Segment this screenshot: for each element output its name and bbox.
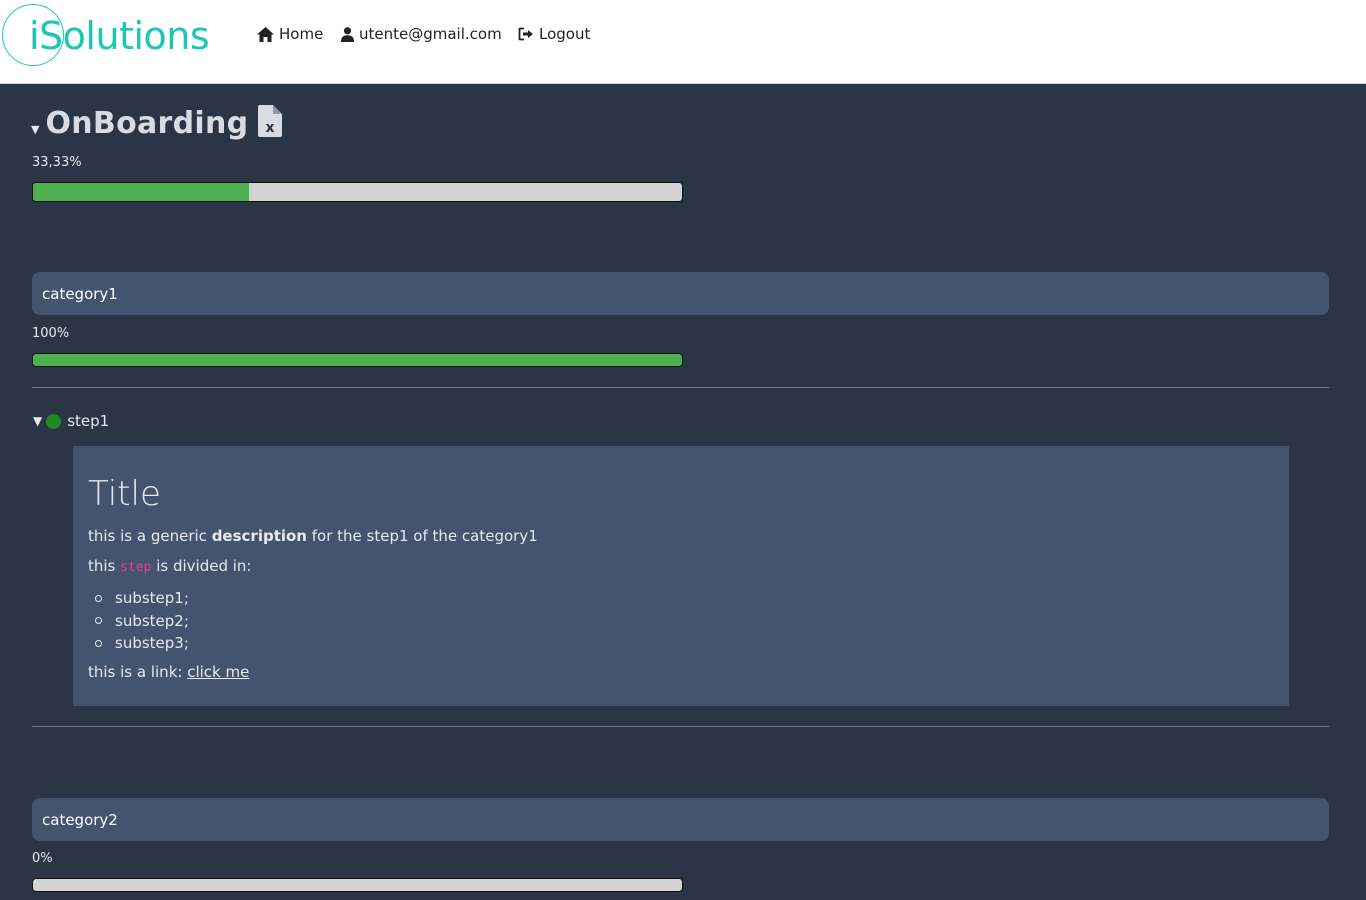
- svg-text:x: x: [266, 120, 275, 136]
- logo-text: iSolutions: [29, 14, 210, 58]
- onboarding-progress-bar: [32, 182, 683, 202]
- step-description: this is a generic description for the st…: [88, 527, 538, 545]
- step-content-title: Title: [88, 474, 161, 514]
- home-icon: [257, 26, 274, 42]
- substep-list: substep1; substep2; substep3;: [95, 587, 189, 655]
- onboarding-progress-label: 33,33%: [32, 155, 82, 170]
- category2-progress-bar: [32, 878, 683, 892]
- onboarding-progress-fill: [33, 183, 250, 201]
- divider: [32, 726, 1329, 727]
- substep-label: substep3;: [115, 634, 189, 652]
- click-me-link[interactable]: click me: [187, 663, 249, 681]
- inline-code: step: [120, 560, 152, 575]
- isolutions-logo[interactable]: iSolutions: [0, 2, 230, 68]
- user-icon: [341, 26, 354, 42]
- collapse-caret-icon[interactable]: ▼: [31, 123, 39, 136]
- nav-logout-label: Logout: [539, 25, 591, 43]
- substep-label: substep1;: [115, 589, 189, 607]
- list-item: substep1;: [95, 587, 189, 610]
- divider: [32, 387, 1329, 388]
- category1-header[interactable]: category1: [32, 272, 1329, 315]
- category1-progress-bar: [32, 353, 683, 367]
- step1-label: step1: [67, 412, 110, 430]
- divided-prefix: this: [88, 557, 121, 575]
- excel-export-icon[interactable]: x: [258, 105, 283, 141]
- step-divided-line: this step is divided in:: [88, 557, 251, 575]
- nav-logout-link[interactable]: Logout: [518, 22, 590, 46]
- nav-user-label: utente@gmail.com: [359, 25, 502, 43]
- substep-label: substep2;: [115, 611, 189, 630]
- desc-bold: description: [211, 527, 307, 545]
- step-expand-caret-icon: ▼: [33, 414, 43, 428]
- desc-suffix: for the step1 of the category1: [307, 527, 538, 545]
- bullet-icon: [95, 594, 102, 602]
- onboarding-heading: ▼ OnBoarding x: [31, 103, 283, 143]
- category1-progress-label: 100%: [32, 326, 70, 341]
- category2-progress-label: 0%: [32, 851, 53, 866]
- logout-icon: [518, 27, 533, 41]
- top-navbar: iSolutions Home utente@gmail.com Logout: [0, 0, 1366, 84]
- step1-toggle[interactable]: ▼ step1: [33, 410, 109, 432]
- list-item: substep3;: [95, 632, 189, 655]
- step-status-dot: [46, 413, 62, 429]
- bullet-icon: [95, 617, 102, 625]
- category1-progress-fill: [33, 354, 682, 366]
- page-title: OnBoarding: [45, 105, 249, 141]
- step1-content-panel: Title this is a generic description for …: [73, 446, 1289, 706]
- divided-suffix: is divided in:: [151, 557, 252, 575]
- step-link-line: this is a link: click me: [88, 663, 249, 681]
- list-item: substep2;: [95, 610, 189, 633]
- link-prefix: this is a link:: [88, 663, 188, 681]
- nav-user-link[interactable]: utente@gmail.com: [341, 22, 502, 46]
- category2-header[interactable]: category2: [32, 798, 1329, 841]
- nav-home-link[interactable]: Home: [257, 22, 323, 46]
- desc-prefix: this is a generic: [88, 527, 212, 545]
- bullet-icon: [95, 639, 102, 647]
- nav-home-label: Home: [279, 25, 324, 43]
